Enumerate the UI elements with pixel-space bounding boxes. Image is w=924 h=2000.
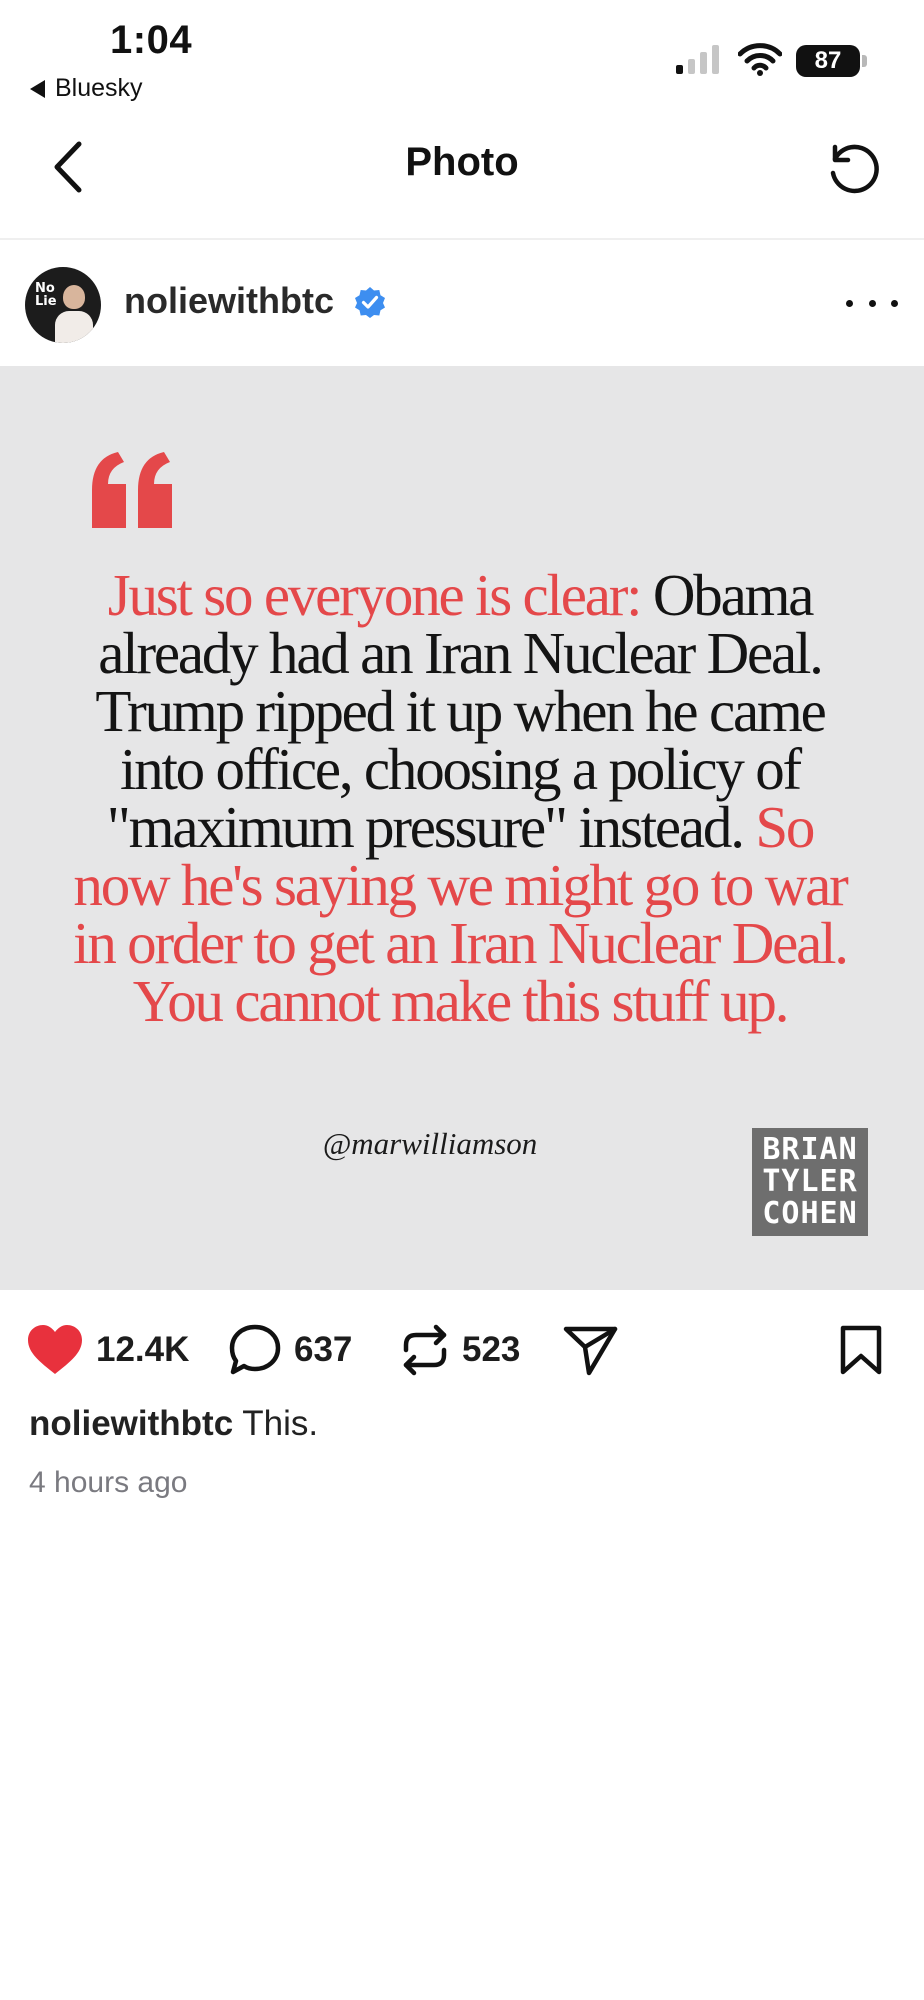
quote-text: Just so everyone is clear: Obama already… <box>60 566 860 1031</box>
quote-highlight-1: Just so everyone is clear: <box>107 562 643 628</box>
share-icon <box>563 1326 618 1376</box>
more-dots-icon[interactable] <box>846 288 898 318</box>
back-app-label: Bluesky <box>55 74 143 102</box>
caption-text: This. <box>242 1404 319 1443</box>
post-caption: noliewithbtc This. <box>29 1404 318 1444</box>
heart-icon <box>28 1325 82 1374</box>
comment-icon <box>229 1324 281 1375</box>
back-to-app-link[interactable]: Bluesky <box>30 74 143 103</box>
status-bar: 1:04 Bluesky 87 <box>0 0 924 110</box>
quote-credit: @marwilliamson <box>322 1126 538 1161</box>
repost-count: 523 <box>462 1330 521 1369</box>
battery-indicator: 87 <box>796 45 860 77</box>
post-header: No Lie noliewithbtc <box>0 242 924 366</box>
avatar-figure-body <box>55 311 93 343</box>
comment-count: 637 <box>294 1330 353 1369</box>
bookmark-icon <box>840 1325 882 1375</box>
like-button[interactable]: 12.4K <box>26 1320 189 1380</box>
back-triangle-icon <box>30 79 45 98</box>
page-title: Photo <box>405 140 519 184</box>
battery-cap <box>862 55 867 67</box>
post-username[interactable]: noliewithbtc <box>124 280 334 322</box>
like-count: 12.4K <box>96 1330 190 1369</box>
avatar[interactable]: No Lie <box>25 267 101 343</box>
refresh-icon <box>830 144 879 194</box>
post-actions: 12.4K 637 523 <box>0 1290 924 1410</box>
verified-badge-icon <box>355 287 385 318</box>
brian-tyler-cohen-logo: BRIAN TYLER COHEN <box>752 1128 868 1236</box>
status-time: 1:04 <box>110 18 193 62</box>
bookmark-button[interactable] <box>838 1320 884 1380</box>
repost-icon <box>403 1324 447 1376</box>
caption-username[interactable]: noliewithbtc <box>29 1404 233 1443</box>
post-image[interactable]: Just so everyone is clear: Obama already… <box>0 366 924 1290</box>
nav-bar: Photo <box>0 110 924 240</box>
wifi-icon <box>738 43 782 76</box>
avatar-logo-text: No Lie <box>35 281 57 309</box>
quote-mark-icon <box>92 452 172 528</box>
refresh-button[interactable] <box>820 134 886 200</box>
share-button[interactable] <box>563 1320 619 1380</box>
post-timestamp: 4 hours ago <box>29 1466 188 1499</box>
signal-icon <box>676 44 719 74</box>
avatar-figure-face <box>63 285 85 309</box>
comment-button[interactable]: 637 <box>228 1320 352 1380</box>
repost-button[interactable]: 523 <box>400 1320 520 1380</box>
